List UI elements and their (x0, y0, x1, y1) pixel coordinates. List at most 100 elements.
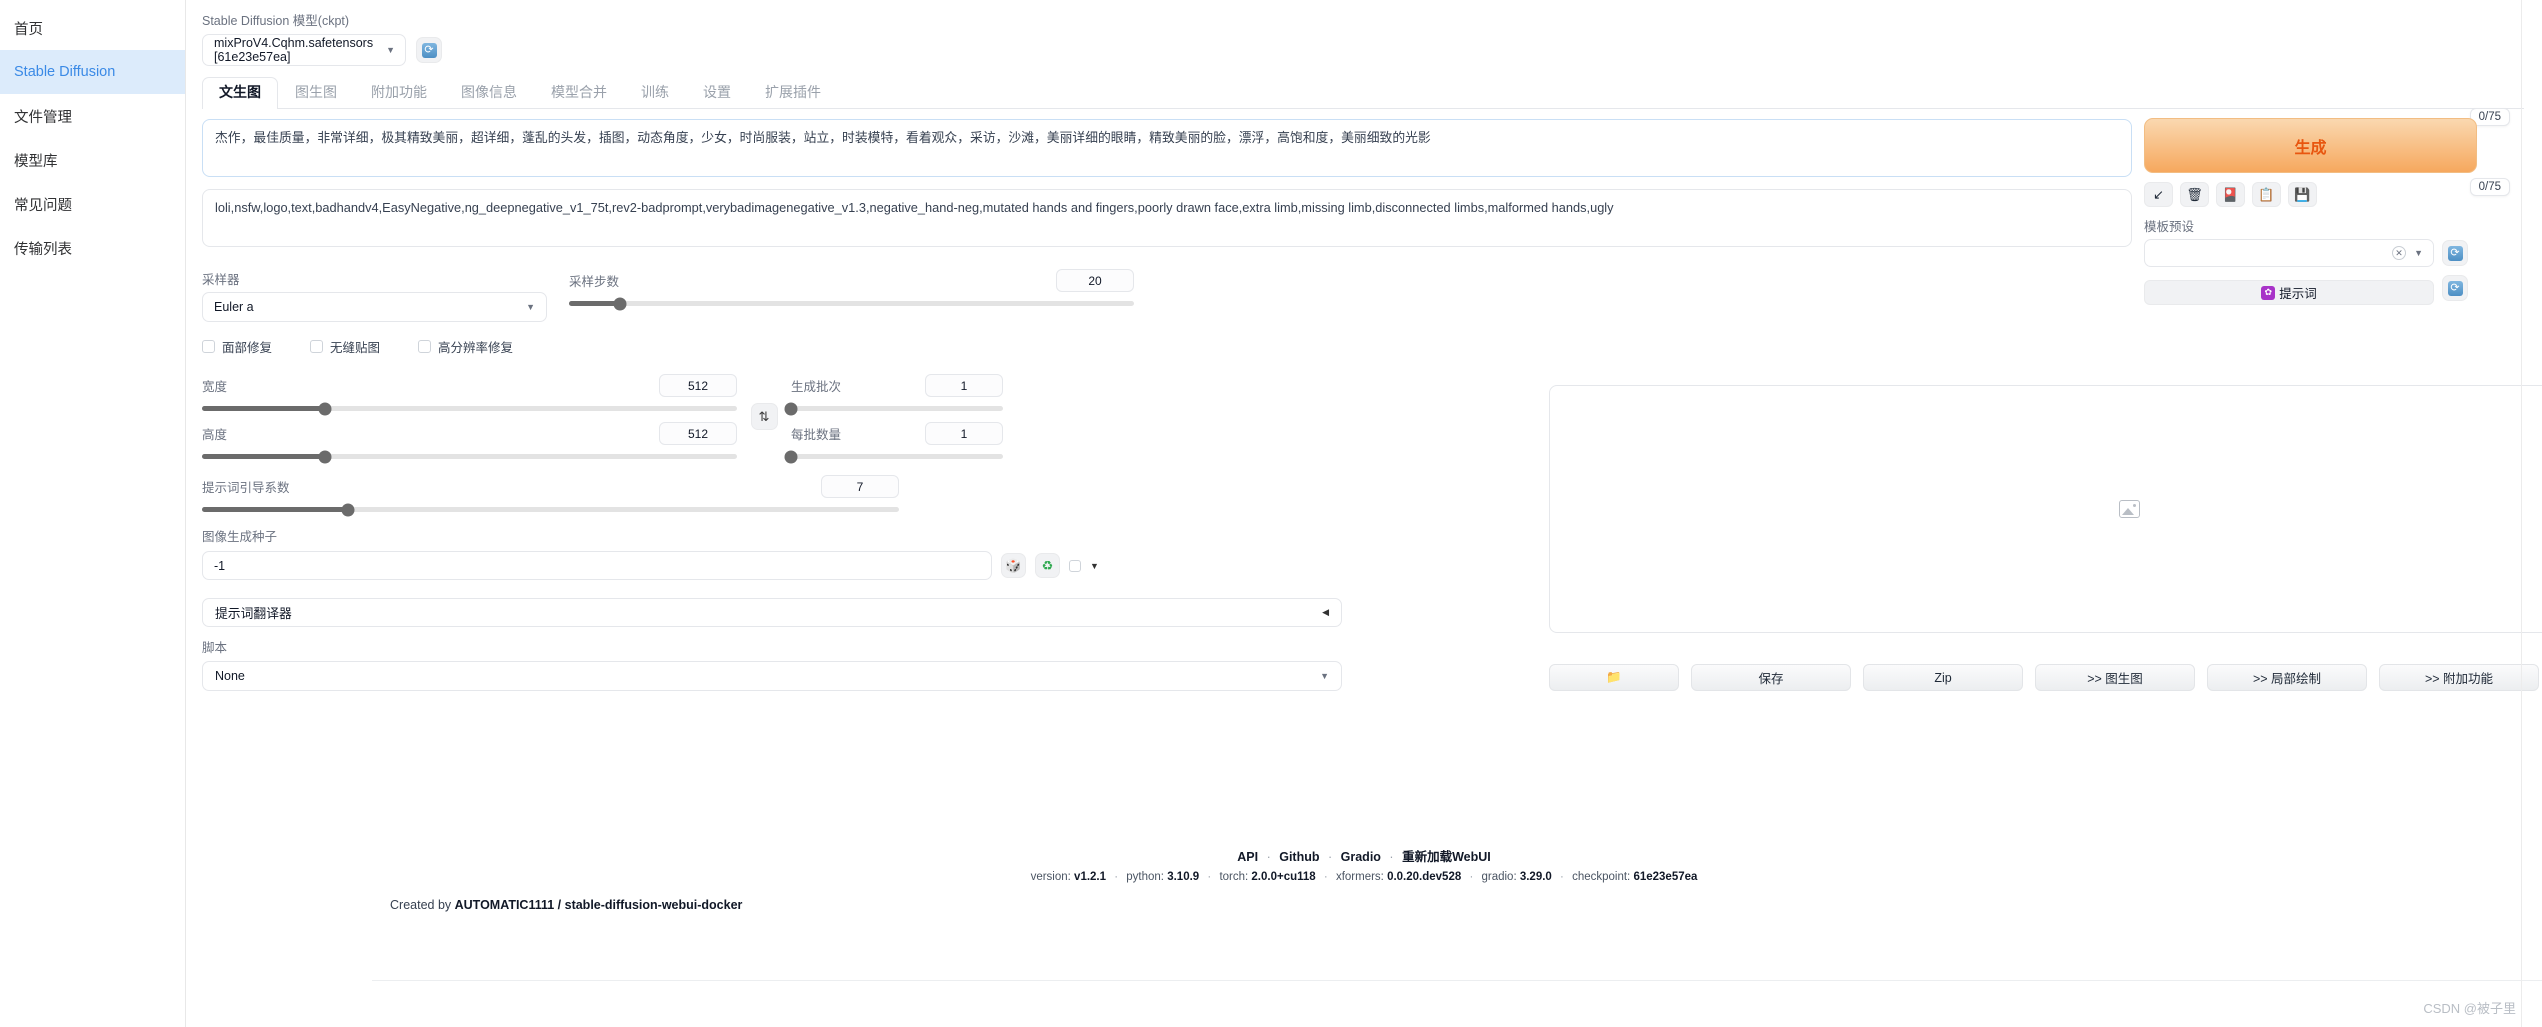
tab-img2img[interactable]: 图生图 (278, 77, 354, 109)
hires-fix-checkbox[interactable]: 高分辨率修复 (418, 337, 513, 356)
open-folder-button[interactable]: 📁 (1549, 664, 1679, 691)
checkpoint-refresh-button[interactable]: ⟳ (416, 37, 442, 63)
batch-size-label: 每批数量 (791, 428, 842, 442)
preset-select[interactable]: ✕ ▼ (2144, 239, 2434, 267)
width-slider-fill (202, 406, 326, 411)
show-extra-networks-button[interactable]: 🎴 (2216, 182, 2245, 207)
restore-faces-checkbox[interactable]: 面部修复 (202, 337, 272, 356)
cfg-slider[interactable] (202, 503, 899, 516)
tab-png-info[interactable]: 图像信息 (444, 77, 534, 109)
height-label: 高度 (202, 428, 228, 442)
created-prefix: Created by (390, 898, 455, 912)
sampler-select[interactable]: Euler a ▼ (202, 292, 547, 322)
batch-size-slider-knob[interactable] (784, 450, 798, 463)
seed-input[interactable]: -1 (202, 551, 992, 580)
steps-slider-fill (569, 301, 620, 306)
clear-x-icon[interactable]: ✕ (2392, 246, 2407, 260)
output-gallery[interactable] (1549, 385, 2542, 633)
refresh-icon: ⟳ (421, 42, 437, 58)
sidebar-item-file-management[interactable]: 文件管理 (0, 94, 185, 138)
extra-seed-checkbox[interactable] (1069, 559, 1081, 572)
batch-count-label: 生成批次 (791, 380, 842, 394)
sidebar-item-stable-diffusion[interactable]: Stable Diffusion (0, 50, 185, 94)
prompt-translator-title: 提示词翻译器 (215, 606, 292, 621)
cfg-slider-knob[interactable] (341, 503, 355, 516)
tab-extras[interactable]: 附加功能 (354, 77, 444, 109)
tiling-checkbox[interactable]: 无缝贴图 (310, 337, 380, 356)
tab-bar: 文生图 图生图 附加功能 图像信息 模型合并 训练 设置 扩展插件 (202, 77, 2524, 109)
width-slider-knob[interactable] (318, 402, 332, 415)
footer-link-api[interactable]: API (1237, 850, 1258, 864)
image-placeholder-icon (2118, 500, 2140, 518)
preset-refresh-button[interactable]: ⟳ (2442, 240, 2468, 266)
send-to-img2img-button[interactable]: >> 图生图 (2035, 664, 2195, 691)
footer-link-gradio[interactable]: Gradio (1341, 850, 1381, 864)
height-slider[interactable] (202, 450, 737, 463)
steps-slider[interactable] (569, 297, 1134, 310)
action-label: 保存 (1758, 672, 1784, 686)
generate-button[interactable]: 生成 (2144, 118, 2477, 173)
batch-count-slider[interactable] (784, 402, 1003, 415)
negative-prompt-input[interactable]: loli,nsfw,logo,text,badhandv4,EasyNegati… (202, 189, 2132, 247)
clipboard-icon: 📋 (2258, 186, 2275, 202)
sidebar-item-faq[interactable]: 常见问题 (0, 182, 185, 226)
clear-prompt-button[interactable]: 🗑 (2180, 182, 2209, 207)
height-slider-knob[interactable] (318, 450, 332, 463)
sidebar-item-model-library[interactable]: 模型库 (0, 138, 185, 182)
settings-badge-icon: ✿ (2261, 285, 2276, 300)
reuse-seed-button[interactable]: ♻ (1035, 553, 1060, 578)
sampler-group: 采样器 Euler a ▼ 面部修复 无缝贴图 高分辨率修复 (202, 269, 547, 356)
action-label: >> 附加功能 (2424, 672, 2494, 686)
prompt-word-refresh-button[interactable]: ⟳ (2442, 275, 2468, 301)
xformers-value: 0.0.20.dev528 (1387, 871, 1462, 883)
prompt-word-button[interactable]: ✿ 提示词 (2144, 280, 2434, 305)
cfg-value-input[interactable]: 7 (821, 475, 899, 498)
tab-txt2img[interactable]: 文生图 (202, 77, 278, 109)
tab-label: 训练 (641, 84, 669, 100)
checkpoint-value: mixProV4.Cqhm.safetensors [61e23e57ea] (214, 36, 374, 64)
save-style-button[interactable]: 💾 (2288, 182, 2317, 207)
toggles-row: 面部修复 无缝贴图 高分辨率修复 (202, 337, 547, 356)
action-label: >> 图生图 (2087, 672, 2143, 686)
checkpoint-select[interactable]: mixProV4.Cqhm.safetensors [61e23e57ea] ▼ (202, 34, 406, 66)
width-value-input[interactable]: 512 (659, 374, 737, 397)
script-select[interactable]: None ▼ (202, 661, 1342, 691)
version-value: v1.2.1 (1074, 871, 1107, 883)
batch-count-slider-knob[interactable] (784, 402, 798, 415)
steps-slider-knob[interactable] (613, 297, 627, 310)
height-value-input[interactable]: 512 (659, 422, 737, 445)
checkpoint-row: mixProV4.Cqhm.safetensors [61e23e57ea] ▼… (202, 34, 2524, 66)
footer-sep: · (1323, 871, 1328, 883)
positive-prompt-input[interactable]: 杰作，最佳质量，非常详细，极其精致美丽，超详细，蓬乱的头发，插图，动态角度，少女… (202, 119, 2132, 177)
zip-button[interactable]: Zip (1863, 664, 2023, 691)
sidebar-item-home[interactable]: 首页 (0, 6, 185, 50)
prompt-translator-accordion[interactable]: 提示词翻译器 ◀ (202, 598, 1342, 627)
chevron-down-icon[interactable]: ▼ (1090, 561, 1099, 571)
params-left-column: 采样器 Euler a ▼ 面部修复 无缝贴图 高分辨率修复 采样步数 20 宽… (202, 269, 1417, 691)
send-to-inpaint-button[interactable]: >> 局部绘制 (2207, 664, 2367, 691)
sidebar-item-transfer-list[interactable]: 传输列表 (0, 226, 185, 270)
random-seed-button[interactable]: 🎲 (1001, 553, 1026, 578)
swap-dimensions-button[interactable]: ⇅ (750, 403, 778, 430)
footer-link-reload-webui[interactable]: 重新加载WebUI (1402, 850, 1491, 864)
footer-sep: · (1114, 871, 1119, 883)
tab-train[interactable]: 训练 (624, 77, 686, 109)
apply-style-button[interactable]: 📋 (2252, 182, 2281, 207)
sidebar-item-label: 常见问题 (14, 197, 72, 214)
batch-size-value-input[interactable]: 1 (925, 422, 1003, 445)
checkpoint-key: checkpoint: (1572, 871, 1634, 883)
footer-link-github[interactable]: Github (1279, 850, 1319, 864)
tab-settings[interactable]: 设置 (686, 77, 748, 109)
width-slider[interactable] (202, 402, 737, 415)
batch-count-value-input[interactable]: 1 (925, 374, 1003, 397)
save-button[interactable]: 保存 (1691, 664, 1851, 691)
tab-extensions[interactable]: 扩展插件 (748, 77, 838, 109)
seed-label: 图像生成种子 (202, 530, 278, 544)
batch-size-slider[interactable] (784, 450, 1003, 463)
paste-params-button[interactable]: ↙ (2144, 182, 2173, 207)
tab-checkpoint-merger[interactable]: 模型合并 (534, 77, 624, 109)
send-to-extras-button[interactable]: >> 附加功能 (2379, 664, 2539, 691)
gradio-key: gradio: (1481, 871, 1520, 883)
footer-sep: · (1327, 850, 1333, 864)
steps-value-input[interactable]: 20 (1056, 269, 1134, 292)
